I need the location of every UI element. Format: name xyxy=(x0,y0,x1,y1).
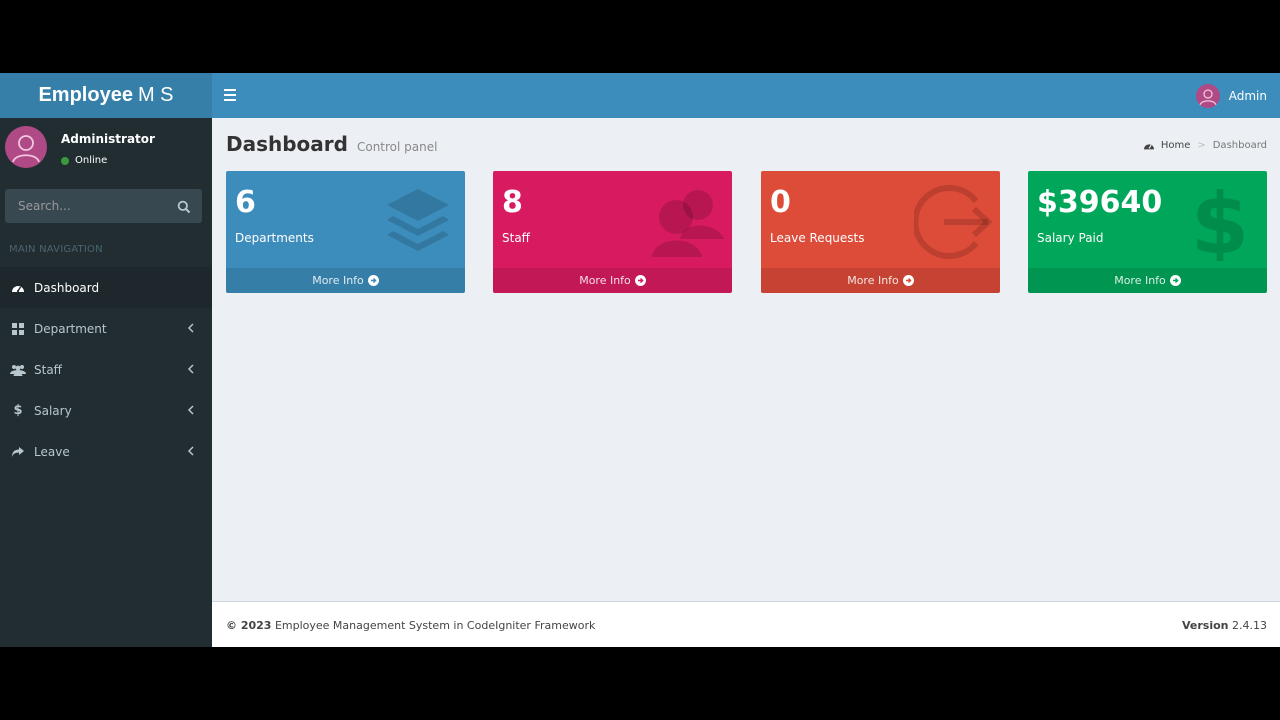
sidebar-search xyxy=(5,189,202,223)
breadcrumb-current: Dashboard xyxy=(1212,140,1267,151)
footer-version: Version 2.4.13 xyxy=(1182,619,1267,632)
app-window: Employee M S Admin Administrator Online xyxy=(0,73,1280,647)
more-info-link[interactable]: More Info xyxy=(226,268,465,293)
logo-rest: M S xyxy=(137,84,174,106)
main-nav: Dashboard Department Staff $ Salary Leav… xyxy=(0,267,212,472)
dashboard-icon xyxy=(1143,143,1154,149)
sidebar-item-department[interactable]: Department xyxy=(0,308,212,349)
arrow-circle-right-icon xyxy=(367,275,379,286)
search-input[interactable] xyxy=(5,189,165,223)
status-indicator: Online xyxy=(61,155,107,166)
sidebar-item-label: Leave xyxy=(34,444,70,459)
stat-label: Staff xyxy=(502,231,530,245)
breadcrumb-separator: > xyxy=(1197,140,1206,151)
search-icon[interactable] xyxy=(177,199,191,214)
avatar xyxy=(1195,83,1220,108)
footer: © 2023 Employee Management System in Cod… xyxy=(212,601,1280,647)
stat-value: $39640 xyxy=(1037,185,1163,220)
arrow-circle-right-icon xyxy=(1169,275,1181,286)
sidebar-item-label: Dashboard xyxy=(34,280,100,295)
chevron-left-icon xyxy=(187,405,194,415)
version-number: 2.4.13 xyxy=(1232,619,1267,632)
footer-copyright: © 2023 Employee Management System in Cod… xyxy=(226,619,595,632)
stat-box-staff: 8 Staff More Info xyxy=(493,171,732,293)
dollar-icon: $ xyxy=(1191,183,1249,261)
breadcrumb: Home > Dashboard xyxy=(1143,140,1267,151)
nav-header: MAIN NAVIGATION xyxy=(9,244,103,255)
version-label: Version xyxy=(1181,619,1229,632)
more-info-link[interactable]: More Info xyxy=(1028,268,1267,293)
sidebar-item-dashboard[interactable]: Dashboard xyxy=(0,267,212,308)
breadcrumb-home[interactable]: Home xyxy=(1161,140,1191,151)
sidebar-item-staff[interactable]: Staff xyxy=(0,349,212,390)
page-title: Dashboard xyxy=(226,132,348,156)
sidebar: Administrator Online MAIN NAVIGATION Das… xyxy=(0,118,212,647)
avatar xyxy=(5,126,47,168)
users-icon xyxy=(652,190,724,257)
sidebar-item-label: Staff xyxy=(34,362,62,377)
page-subtitle: Control panel xyxy=(356,140,438,154)
online-dot-icon xyxy=(61,156,69,165)
user-name: Admin xyxy=(1228,88,1267,103)
copyright-year: © 2023 xyxy=(226,619,272,632)
stat-value: 0 xyxy=(770,185,791,220)
stat-label: Leave Requests xyxy=(770,231,865,245)
stat-label: Departments xyxy=(235,231,314,245)
more-info-label: More Info xyxy=(579,274,631,287)
stat-box-departments: 6 Departments More Info xyxy=(226,171,465,293)
panel-user-name: Administrator xyxy=(61,132,155,146)
chevron-left-icon xyxy=(187,364,194,374)
logo-bold: Employee xyxy=(38,84,133,106)
sidebar-item-label: Department xyxy=(34,321,107,336)
top-navbar: Admin xyxy=(212,73,1280,118)
more-info-link[interactable]: More Info xyxy=(493,268,732,293)
dashboard-icon xyxy=(0,282,34,294)
more-info-label: More Info xyxy=(312,274,364,287)
user-panel: Administrator Online xyxy=(0,118,212,180)
share-icon xyxy=(0,446,34,458)
arrow-circle-right-icon xyxy=(902,275,914,286)
sidebar-item-leave[interactable]: Leave xyxy=(0,431,212,472)
svg-text:$: $ xyxy=(1191,183,1249,261)
sign-out-icon xyxy=(914,185,992,259)
app-logo[interactable]: Employee M S xyxy=(0,73,212,118)
layers-icon xyxy=(387,189,449,251)
users-icon xyxy=(0,364,34,376)
user-menu[interactable]: Admin xyxy=(1195,73,1267,118)
footer-text: Employee Management System in CodeIgnite… xyxy=(274,619,596,632)
chevron-left-icon xyxy=(187,323,194,333)
more-info-label: More Info xyxy=(847,274,899,287)
sidebar-toggle-icon[interactable] xyxy=(224,86,238,104)
status-text: Online xyxy=(75,155,108,166)
sidebar-item-label: Salary xyxy=(34,403,72,418)
content-header: Dashboard Control panel xyxy=(226,132,437,156)
chevron-left-icon xyxy=(187,446,194,456)
arrow-circle-right-icon xyxy=(634,275,646,286)
more-info-label: More Info xyxy=(1114,274,1166,287)
stat-box-salary-paid: $39640 Salary Paid $ More Info xyxy=(1028,171,1267,293)
grid-icon xyxy=(0,322,34,335)
stat-box-leave-requests: 0 Leave Requests More Info xyxy=(761,171,1000,293)
sidebar-item-salary[interactable]: $ Salary xyxy=(0,390,212,431)
stat-value: 6 xyxy=(235,185,256,220)
stat-label: Salary Paid xyxy=(1037,231,1104,245)
stat-value: 8 xyxy=(502,185,523,220)
more-info-link[interactable]: More Info xyxy=(761,268,1000,293)
dollar-icon: $ xyxy=(13,403,23,418)
